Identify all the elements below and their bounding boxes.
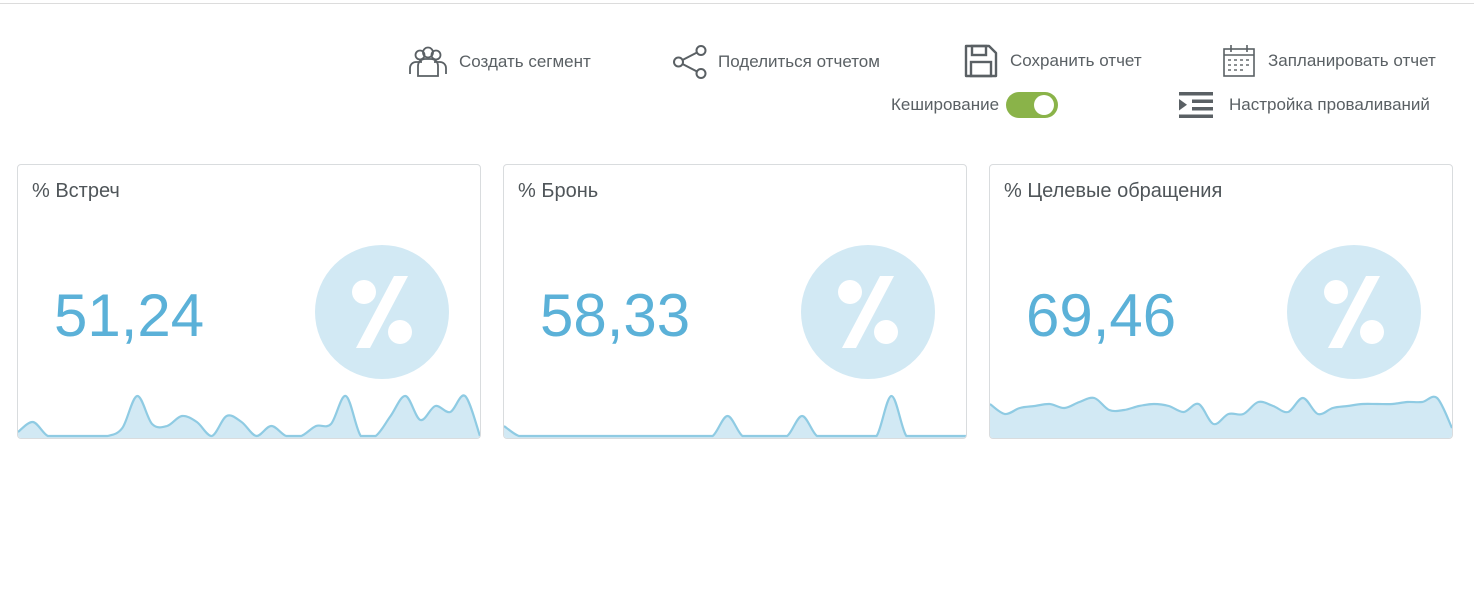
percent-icon — [1324, 276, 1384, 348]
create-segment-label: Создать сегмент — [459, 52, 591, 71]
floppy-disk-icon — [964, 44, 998, 78]
caching-toggle[interactable] — [1006, 92, 1059, 118]
save-report-button[interactable]: Сохранить отчет — [964, 44, 1142, 78]
share-report-button[interactable]: Поделиться отчетом — [672, 44, 880, 80]
card-value: 58,33 — [540, 282, 691, 349]
sparkline — [504, 394, 966, 438]
schedule-report-label: Запланировать отчет — [1268, 51, 1436, 70]
card-value: 69,46 — [1026, 282, 1177, 349]
share-icon — [672, 44, 708, 80]
calendar-icon — [1222, 44, 1256, 78]
sparkline-area — [990, 396, 1452, 438]
users-group-icon — [408, 46, 448, 78]
card-title: % Встреч — [32, 180, 120, 202]
card-title: % Бронь — [518, 180, 599, 202]
sparkline — [18, 394, 480, 438]
caching-toggle-knob — [1034, 95, 1055, 115]
schedule-report-button[interactable]: Запланировать отчет — [1222, 44, 1436, 78]
percent-icon — [352, 276, 412, 348]
drilldown-settings-button[interactable]: Настройка проваливаний — [1178, 90, 1430, 120]
card-title: % Целевые обращения — [1004, 180, 1223, 202]
card-value: 51,24 — [54, 282, 205, 349]
sparkline — [990, 395, 1452, 438]
drilldown-settings-label: Настройка проваливаний — [1229, 95, 1430, 114]
percent-badge — [1287, 245, 1421, 379]
save-report-label: Сохранить отчет — [1010, 51, 1142, 70]
percent-badge — [315, 245, 449, 379]
kpi-card-meetings[interactable]: % Встреч 51,24 — [17, 164, 481, 439]
caching-control: Кеширование — [891, 92, 1059, 118]
create-segment-button[interactable]: Создать сегмент — [408, 46, 591, 78]
share-report-label: Поделиться отчетом — [718, 52, 880, 71]
caching-label: Кеширование — [891, 95, 1000, 114]
kpi-card-booking[interactable]: % Бронь 58,33 — [503, 164, 967, 439]
kpi-card-target-requests[interactable]: % Целевые обращения 69,46 — [989, 164, 1453, 439]
top-divider — [0, 3, 1474, 4]
percent-icon — [838, 276, 898, 348]
indent-list-icon — [1178, 90, 1214, 120]
percent-badge — [801, 245, 935, 379]
